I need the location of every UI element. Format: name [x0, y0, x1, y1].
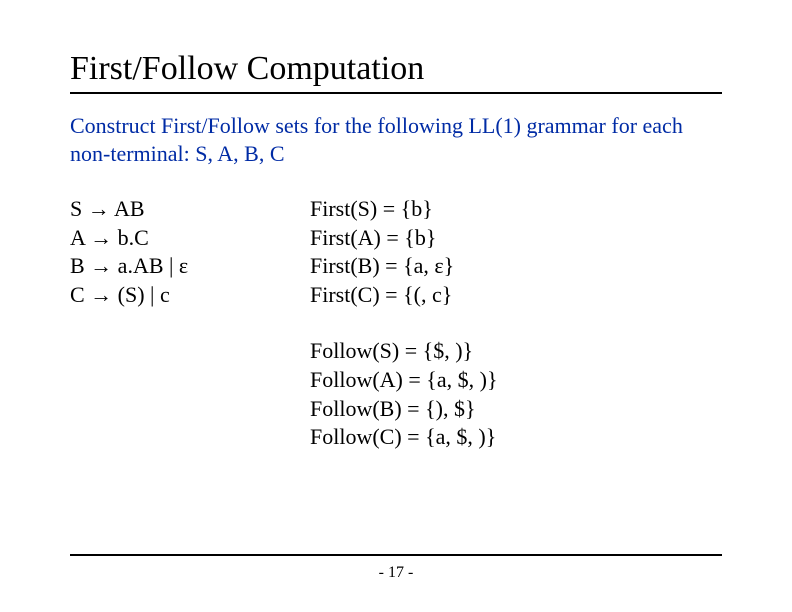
slide-title: First/Follow Computation	[70, 50, 722, 94]
first-line: First(C) = {(, c}	[310, 281, 498, 310]
first-line: First(A) = {b}	[310, 224, 498, 253]
content-columns: S → AB A → b.C B → a.AB | ε C → (S) | c …	[70, 195, 722, 480]
follow-line: Follow(B) = {), $}	[310, 395, 498, 424]
slide-container: First/Follow Computation Construct First…	[0, 0, 792, 612]
follow-block: Follow(S) = {$, )} Follow(A) = {a, $, )}…	[310, 337, 498, 451]
grammar-column: S → AB A → b.C B → a.AB | ε C → (S) | c	[70, 195, 230, 480]
grammar-line: B → a.AB | ε	[70, 252, 230, 281]
footer-rule	[70, 554, 722, 556]
follow-line: Follow(C) = {a, $, )}	[310, 423, 498, 452]
follow-line: Follow(S) = {$, )}	[310, 337, 498, 366]
slide-subtitle: Construct First/Follow sets for the foll…	[70, 112, 722, 167]
follow-line: Follow(A) = {a, $, )}	[310, 366, 498, 395]
grammar-line: S → AB	[70, 195, 230, 224]
first-line: First(S) = {b}	[310, 195, 498, 224]
grammar-block: S → AB A → b.C B → a.AB | ε C → (S) | c	[70, 195, 230, 309]
page-number: - 17 -	[0, 564, 792, 582]
first-block: First(S) = {b} First(A) = {b} First(B) =…	[310, 195, 498, 309]
grammar-line: C → (S) | c	[70, 281, 230, 310]
first-line: First(B) = {a, ε}	[310, 252, 498, 281]
grammar-line: A → b.C	[70, 224, 230, 253]
sets-column: First(S) = {b} First(A) = {b} First(B) =…	[310, 195, 498, 480]
